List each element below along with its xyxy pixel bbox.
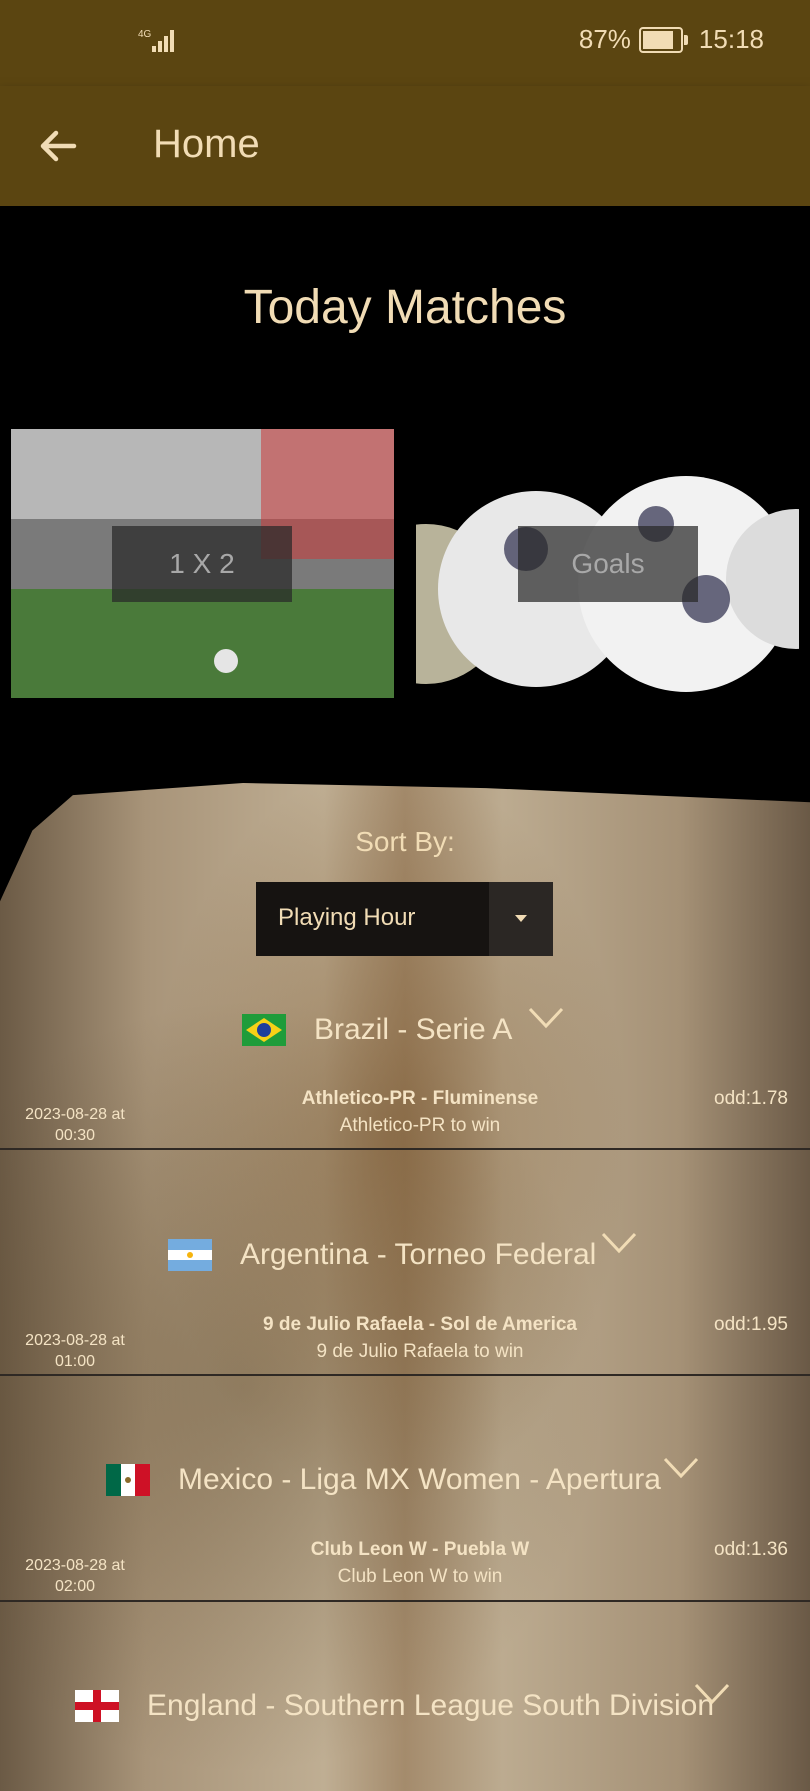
brazil-flag-icon [242, 1014, 286, 1046]
status-bar: 4G 87% 15:18 [0, 0, 810, 86]
match-odd: odd:1.36 [714, 1539, 788, 1560]
match-row[interactable]: 2023-08-28 at 02:00 Club Leon W - Puebla … [0, 1539, 810, 1617]
chevron-down-icon[interactable] [663, 1456, 699, 1480]
mexico-flag-icon [106, 1464, 150, 1496]
page-title: Today Matches [243, 281, 567, 334]
clock: 15:18 [698, 24, 764, 54]
league-name: England - Southern League South Division [147, 1689, 715, 1722]
match-row[interactable]: 2023-08-28 at 00:30 Athletico-PR - Flumin… [0, 1088, 810, 1166]
divider [0, 1600, 810, 1602]
sort-label: Sort By: [355, 826, 455, 857]
app-bar: Home [0, 86, 810, 206]
match-teams: 9 de Julio Rafaela - Sol de America [263, 1314, 577, 1335]
app-bar-title: Home [153, 122, 260, 166]
league-header[interactable]: Mexico - Liga MX Women - Apertura [0, 1450, 810, 1510]
battery-percent: 87% [578, 24, 631, 54]
sort-dropdown-value: Playing Hour [278, 904, 416, 931]
network-label: 4G [138, 29, 152, 40]
sort-dropdown[interactable]: Playing Hour [256, 882, 553, 956]
league-header[interactable]: Argentina - Torneo Federal [0, 1225, 810, 1285]
league-header[interactable]: England - Southern League South Division [0, 1676, 810, 1736]
divider [0, 1148, 810, 1150]
match-pick: Athletico-PR to win [339, 1115, 501, 1136]
chevron-down-icon[interactable] [528, 1006, 564, 1030]
match-pick: 9 de Julio Rafaela to win [316, 1341, 524, 1362]
divider [0, 1374, 810, 1376]
match-odd: odd:1.78 [714, 1088, 788, 1109]
england-flag-icon [75, 1690, 119, 1722]
match-teams: Club Leon W - Puebla W [310, 1539, 530, 1560]
match-datetime: 2023-08-28 at 00:30 [25, 1106, 125, 1144]
dropdown-arrow-icon[interactable] [489, 882, 553, 956]
tile-goals[interactable]: Goals [416, 429, 799, 698]
chevron-down-icon[interactable] [601, 1231, 637, 1255]
match-datetime: 2023-08-28 at 02:00 [25, 1557, 125, 1595]
status-right: 87% 15:18 [579, 24, 764, 55]
battery-icon [638, 26, 688, 53]
argentina-flag-icon [168, 1239, 212, 1271]
back-arrow-icon[interactable] [36, 124, 80, 168]
league-name: Argentina - Torneo Federal [240, 1238, 597, 1271]
chevron-down-icon[interactable] [694, 1682, 730, 1706]
tile-label: 1 X 2 [112, 526, 292, 602]
match-datetime: 2023-08-28 at 01:00 [25, 1332, 125, 1370]
signal-icon: 4G [138, 29, 174, 52]
match-row[interactable]: 2023-08-28 at 01:00 9 de Julio Rafaela - … [0, 1314, 810, 1392]
tile-1x2[interactable]: 1 X 2 [11, 429, 394, 698]
league-name: Mexico - Liga MX Women - Apertura [178, 1463, 661, 1496]
match-teams: Athletico-PR - Fluminense [301, 1088, 539, 1109]
tile-label: Goals [518, 526, 698, 602]
match-pick: Club Leon W to win [337, 1566, 503, 1587]
league-header[interactable]: Brazil - Serie A [0, 1000, 810, 1060]
match-odd: odd:1.95 [714, 1314, 788, 1335]
league-name: Brazil - Serie A [314, 1013, 513, 1046]
